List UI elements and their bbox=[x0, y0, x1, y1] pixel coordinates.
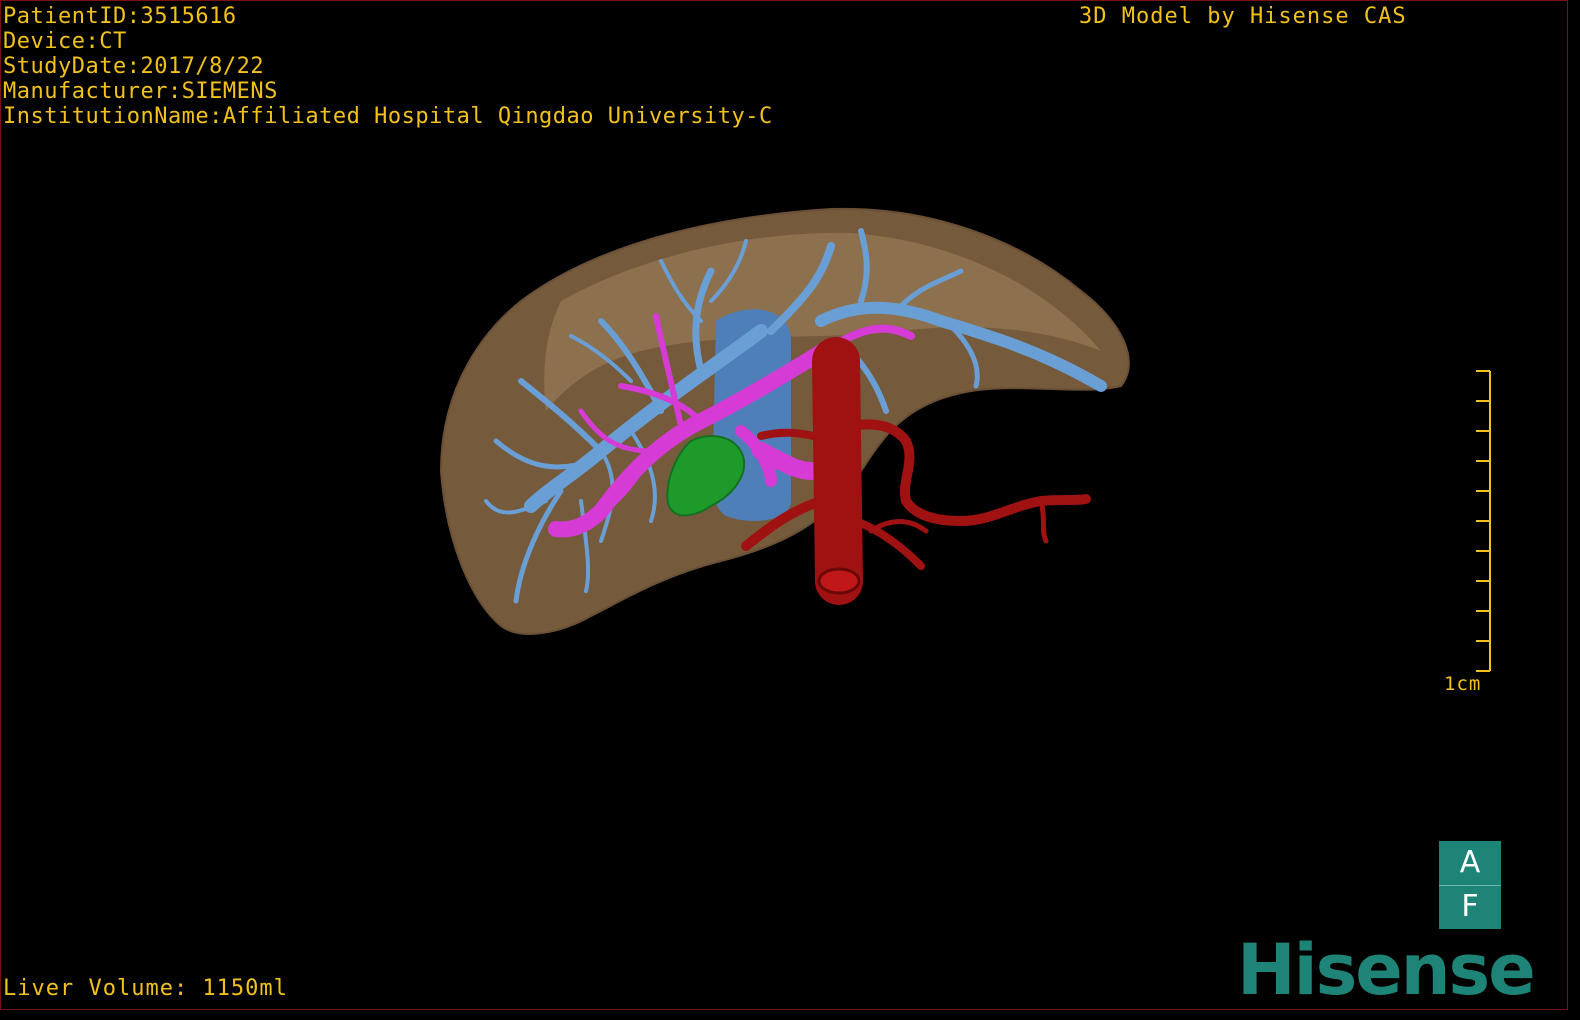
hisense-logo: Hisense bbox=[1237, 929, 1536, 1011]
orientation-cube[interactable]: A F bbox=[1439, 841, 1501, 929]
orientation-divider bbox=[1439, 885, 1501, 886]
liver-volume-label: Liver Volume: 1150ml bbox=[3, 976, 288, 1001]
scale-bar-label: 1cm bbox=[1444, 673, 1482, 695]
scale-bar bbox=[1476, 370, 1491, 672]
render-viewport[interactable]: PatientID:3515616 Device:CT StudyDate:20… bbox=[0, 0, 1568, 1011]
orientation-bottom-label: F bbox=[1461, 889, 1479, 924]
orientation-top-label: A bbox=[1459, 845, 1481, 880]
